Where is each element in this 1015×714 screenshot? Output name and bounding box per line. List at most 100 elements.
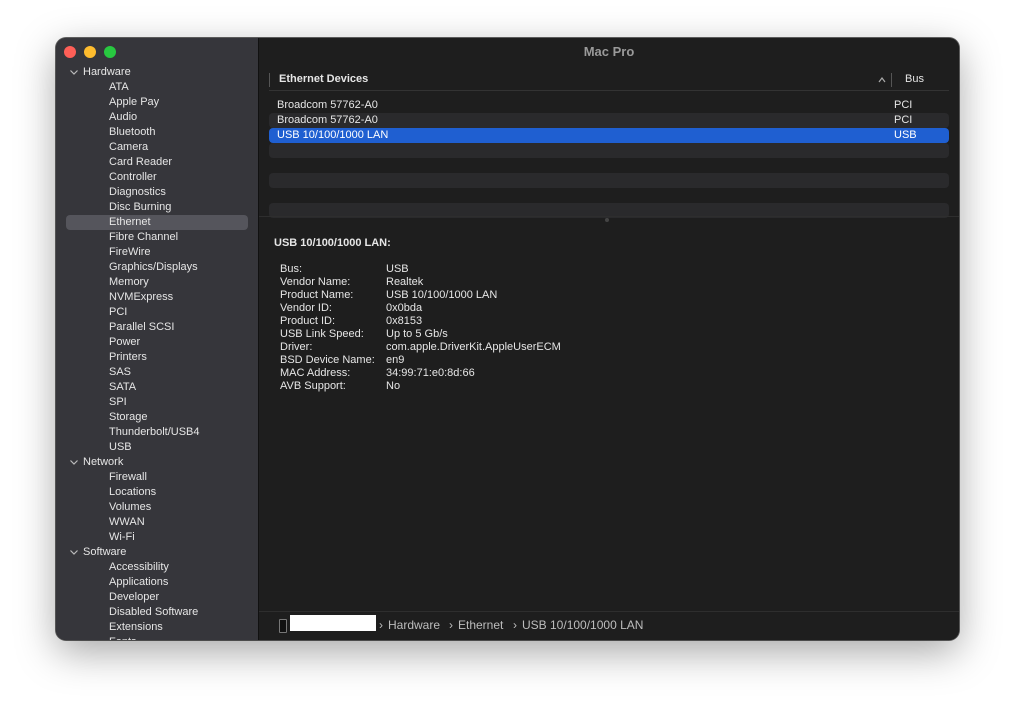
sidebar-item-usb[interactable]: USB <box>66 440 248 455</box>
sidebar-item-wwan[interactable]: WWAN <box>66 515 248 530</box>
field-label: Driver: <box>280 341 313 353</box>
sidebar-item-power[interactable]: Power <box>66 335 248 350</box>
detail-field: BSD Device Name: en9 <box>274 354 944 367</box>
chevron-down-icon[interactable] <box>69 65 79 80</box>
field-value: 0x8153 <box>386 315 423 327</box>
chevron-down-icon[interactable] <box>69 545 79 560</box>
sidebar-item-wi-fi[interactable]: Wi-Fi <box>66 530 248 545</box>
column-divider <box>269 73 270 87</box>
detail-field: MAC Address: 34:99:71:e0:8d:66 <box>274 367 944 380</box>
sidebar-item-locations[interactable]: Locations <box>66 485 248 500</box>
sidebar-item-card-reader[interactable]: Card Reader <box>66 155 248 170</box>
field-label: BSD Device Name: <box>280 354 375 366</box>
sidebar-item-ethernet[interactable]: Ethernet <box>66 215 248 230</box>
sidebar-group-software[interactable]: Software <box>56 545 258 560</box>
detail-fields: Bus: USB Vendor Name: Realtek Product Name: U… <box>274 263 944 393</box>
sidebar-item-apple-pay[interactable]: Apple Pay <box>66 95 248 110</box>
sidebar-item-disabled-software[interactable]: Disabled Software <box>66 605 248 620</box>
field-value: 34:99:71:e0:8d:66 <box>386 367 475 379</box>
detail-field: Driver: com.apple.DriverKit.AppleUserECM <box>274 341 944 354</box>
chevron-down-icon[interactable] <box>69 455 79 470</box>
breadcrumb-device[interactable]: USB 10/100/1000 LAN <box>522 618 643 632</box>
detail-pane: USB 10/100/1000 LAN: Bus: USB Vendor Name:… <box>274 237 944 393</box>
window-title: Mac Pro <box>583 44 635 59</box>
sidebar-item-firewire[interactable]: FireWire <box>66 245 248 260</box>
device-name: Broadcom 57762-A0 <box>277 114 378 126</box>
path-separator: › <box>379 618 383 632</box>
main-panel: Mac Pro Ethernet Devices Bus Broadcom 57… <box>259 38 959 640</box>
sidebar-group-hardware[interactable]: Hardware <box>56 65 258 80</box>
computer-icon <box>279 619 287 633</box>
sidebar-item-ata[interactable]: ATA <box>66 80 248 95</box>
sidebar-item-memory[interactable]: Memory <box>66 275 248 290</box>
sidebar-item-diagnostics[interactable]: Diagnostics <box>66 185 248 200</box>
split-view-divider[interactable] <box>259 216 959 223</box>
device-name: USB 10/100/1000 LAN <box>277 129 389 141</box>
detail-field: Product ID: 0x8153 <box>274 315 944 328</box>
field-label: USB Link Speed: <box>280 328 364 340</box>
detail-field: Bus: USB <box>274 263 944 276</box>
table-row[interactable]: Broadcom 57762-A0 PCI <box>269 113 949 128</box>
path-bar: › Hardware › Ethernet › USB 10/100/1000 … <box>259 611 959 640</box>
field-label: Bus: <box>280 263 303 275</box>
sidebar-item-spi[interactable]: SPI <box>66 395 248 410</box>
field-value: 0x0bda <box>386 302 423 314</box>
column-divider[interactable] <box>891 73 892 87</box>
sidebar-item-sata[interactable]: SATA <box>66 380 248 395</box>
sidebar-item-developer[interactable]: Developer <box>66 590 248 605</box>
detail-field: AVB Support: No <box>274 380 944 393</box>
field-label: Vendor ID: <box>280 302 332 314</box>
sidebar-item-audio[interactable]: Audio <box>66 110 248 125</box>
table-row[interactable]: USB 10/100/1000 LAN USB <box>269 128 949 143</box>
field-value: com.apple.DriverKit.AppleUserECM <box>386 341 561 353</box>
sidebar-item-disc-burning[interactable]: Disc Burning <box>66 200 248 215</box>
sidebar-item-parallel-scsi[interactable]: Parallel SCSI <box>66 320 248 335</box>
sidebar-item-printers[interactable]: Printers <box>66 350 248 365</box>
sidebar-group-label: Network <box>83 456 124 468</box>
sidebar-tree: Hardware ATA Apple Pay Audio Bluetooth Camera… <box>56 65 258 640</box>
divider-handle[interactable] <box>605 218 609 222</box>
close-button[interactable] <box>64 46 76 58</box>
sidebar-item-camera[interactable]: Camera <box>66 140 248 155</box>
zoom-button[interactable] <box>104 46 116 58</box>
sidebar-item-thunderbolt-usb4[interactable]: Thunderbolt/USB4 <box>66 425 248 440</box>
sidebar: Hardware ATA Apple Pay Audio Bluetooth Camera… <box>56 38 259 640</box>
sidebar-item-applications[interactable]: Applications <box>66 575 248 590</box>
sidebar-item-graphics-displays[interactable]: Graphics/Displays <box>66 260 248 275</box>
device-bus: USB <box>894 129 917 141</box>
path-separator: › <box>449 618 453 632</box>
sidebar-item-pci[interactable]: PCI <box>66 305 248 320</box>
detail-field: USB Link Speed: Up to 5 Gb/s <box>274 328 944 341</box>
sidebar-item-fibre-channel[interactable]: Fibre Channel <box>66 230 248 245</box>
sidebar-item-controller[interactable]: Controller <box>66 170 248 185</box>
sidebar-item-fonts[interactable]: Fonts <box>66 635 248 640</box>
column-header-bus[interactable]: Bus <box>905 73 924 85</box>
sidebar-item-firewall[interactable]: Firewall <box>66 470 248 485</box>
sidebar-item-storage[interactable]: Storage <box>66 410 248 425</box>
detail-title: USB 10/100/1000 LAN: <box>274 237 391 249</box>
empty-row <box>269 158 949 173</box>
sidebar-item-volumes[interactable]: Volumes <box>66 500 248 515</box>
sidebar-item-accessibility[interactable]: Accessibility <box>66 560 248 575</box>
window-controls <box>64 46 116 58</box>
field-value: USB <box>386 263 409 275</box>
field-value: en9 <box>386 354 405 366</box>
sidebar-item-nvmexpress[interactable]: NVMExpress <box>66 290 248 305</box>
sidebar-item-sas[interactable]: SAS <box>66 365 248 380</box>
field-label: Product Name: <box>280 289 354 301</box>
sidebar-group-network[interactable]: Network <box>56 455 258 470</box>
sidebar-item-bluetooth[interactable]: Bluetooth <box>66 125 248 140</box>
column-header-devices[interactable]: Ethernet Devices <box>279 73 368 85</box>
detail-field: Product Name: USB 10/100/1000 LAN <box>274 289 944 302</box>
table-row[interactable]: Broadcom 57762-A0 PCI <box>269 98 949 113</box>
sidebar-item-extensions[interactable]: Extensions <box>66 620 248 635</box>
detail-field: Vendor Name: Realtek <box>274 276 944 289</box>
field-value: Realtek <box>386 276 424 288</box>
sidebar-group-label: Hardware <box>83 66 131 78</box>
breadcrumb-ethernet[interactable]: Ethernet <box>458 618 503 632</box>
sort-ascending-icon[interactable] <box>877 75 887 85</box>
minimize-button[interactable] <box>84 46 96 58</box>
path-separator: › <box>513 618 517 632</box>
breadcrumb-hardware[interactable]: Hardware <box>388 618 440 632</box>
empty-row <box>269 173 949 188</box>
